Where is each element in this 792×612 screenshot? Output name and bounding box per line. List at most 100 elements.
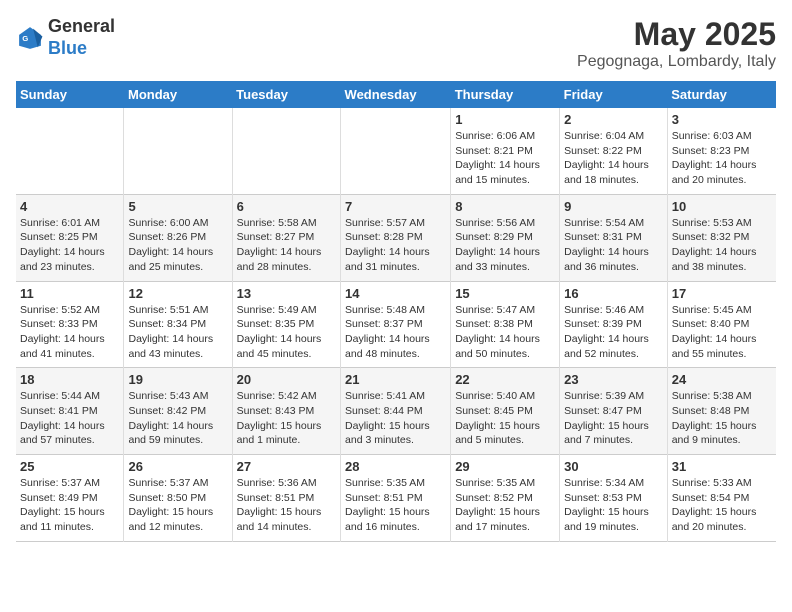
day-number: 29	[455, 459, 555, 474]
calendar-day-cell: 20 Sunrise: 5:42 AM Sunset: 8:43 PM Dayli…	[232, 368, 340, 455]
day-detail: Sunrise: 5:49 AM Sunset: 8:35 PM Dayligh…	[237, 303, 336, 362]
calendar-day-cell: 12 Sunrise: 5:51 AM Sunset: 8:34 PM Dayli…	[124, 281, 232, 368]
logo: G General Blue	[16, 16, 115, 59]
calendar-day-cell: 19Sunrise: 5:43 AM Sunset: 8:42 PM Dayli…	[124, 368, 232, 455]
calendar-day-cell: 13Sunrise: 5:49 AM Sunset: 8:35 PM Dayli…	[232, 281, 340, 368]
weekday-header-monday: Monday	[124, 81, 232, 108]
calendar-day-cell: 16 Sunrise: 5:46 AM Sunset: 8:39 PM Dayli…	[560, 281, 668, 368]
day-detail: Sunrise: 5:36 AM Sunset: 8:51 PM Dayligh…	[237, 476, 336, 535]
calendar-day-cell: 15 Sunrise: 5:47 AM Sunset: 8:38 PM Dayli…	[451, 281, 560, 368]
logo-blue-text: Blue	[48, 38, 87, 58]
calendar-day-cell: 6Sunrise: 5:58 AM Sunset: 8:27 PM Daylig…	[232, 194, 340, 281]
day-number: 10	[672, 199, 772, 214]
day-detail: Sunrise: 5:39 AM Sunset: 8:47 PM Dayligh…	[564, 389, 663, 448]
calendar-day-cell: 14 Sunrise: 5:48 AM Sunset: 8:37 PM Dayli…	[341, 281, 451, 368]
weekday-header-tuesday: Tuesday	[232, 81, 340, 108]
day-number: 9	[564, 199, 663, 214]
calendar-header: SundayMondayTuesdayWednesdayThursdayFrid…	[16, 81, 776, 108]
day-detail: Sunrise: 5:42 AM Sunset: 8:43 PM Dayligh…	[237, 389, 336, 448]
calendar-day-cell: 31 Sunrise: 5:33 AM Sunset: 8:54 PM Dayli…	[667, 455, 776, 542]
calendar-day-cell: 7Sunrise: 5:57 AM Sunset: 8:28 PM Daylig…	[341, 194, 451, 281]
weekday-header-row: SundayMondayTuesdayWednesdayThursdayFrid…	[16, 81, 776, 108]
calendar-day-cell: 9 Sunrise: 5:54 AM Sunset: 8:31 PM Daylig…	[560, 194, 668, 281]
day-number: 16	[564, 286, 663, 301]
day-number: 18	[20, 372, 119, 387]
calendar-day-cell: 10 Sunrise: 5:53 AM Sunset: 8:32 PM Dayli…	[667, 194, 776, 281]
day-number: 20	[237, 372, 336, 387]
day-number: 8	[455, 199, 555, 214]
calendar-day-cell: 23 Sunrise: 5:39 AM Sunset: 8:47 PM Dayli…	[560, 368, 668, 455]
day-number: 14	[345, 286, 446, 301]
weekday-header-thursday: Thursday	[451, 81, 560, 108]
calendar-day-cell: 8Sunrise: 5:56 AM Sunset: 8:29 PM Daylig…	[451, 194, 560, 281]
day-detail: Sunrise: 5:43 AM Sunset: 8:42 PM Dayligh…	[128, 389, 227, 448]
calendar-table: SundayMondayTuesdayWednesdayThursdayFrid…	[16, 81, 776, 542]
day-number: 30	[564, 459, 663, 474]
calendar-day-cell: 21Sunrise: 5:41 AM Sunset: 8:44 PM Dayli…	[341, 368, 451, 455]
day-number: 17	[672, 286, 772, 301]
day-detail: Sunrise: 6:04 AM Sunset: 8:22 PM Dayligh…	[564, 129, 663, 188]
day-detail: Sunrise: 6:01 AM Sunset: 8:25 PM Dayligh…	[20, 216, 119, 275]
calendar-day-cell: 27 Sunrise: 5:36 AM Sunset: 8:51 PM Dayli…	[232, 455, 340, 542]
calendar-day-cell: 25 Sunrise: 5:37 AM Sunset: 8:49 PM Dayli…	[16, 455, 124, 542]
calendar-day-cell: 11Sunrise: 5:52 AM Sunset: 8:33 PM Dayli…	[16, 281, 124, 368]
day-detail: Sunrise: 5:47 AM Sunset: 8:38 PM Dayligh…	[455, 303, 555, 362]
logo-general-text: General	[48, 16, 115, 36]
day-number: 12	[128, 286, 227, 301]
day-detail: Sunrise: 5:53 AM Sunset: 8:32 PM Dayligh…	[672, 216, 772, 275]
calendar-body: 1Sunrise: 6:06 AM Sunset: 8:21 PM Daylig…	[16, 108, 776, 541]
weekday-header-saturday: Saturday	[667, 81, 776, 108]
day-detail: Sunrise: 5:33 AM Sunset: 8:54 PM Dayligh…	[672, 476, 772, 535]
day-number: 24	[672, 372, 772, 387]
calendar-day-cell	[232, 108, 340, 194]
day-number: 31	[672, 459, 772, 474]
calendar-day-cell: 18Sunrise: 5:44 AM Sunset: 8:41 PM Dayli…	[16, 368, 124, 455]
day-number: 15	[455, 286, 555, 301]
calendar-day-cell	[341, 108, 451, 194]
day-detail: Sunrise: 5:38 AM Sunset: 8:48 PM Dayligh…	[672, 389, 772, 448]
calendar-day-cell	[16, 108, 124, 194]
day-detail: Sunrise: 5:45 AM Sunset: 8:40 PM Dayligh…	[672, 303, 772, 362]
day-number: 27	[237, 459, 336, 474]
weekday-header-sunday: Sunday	[16, 81, 124, 108]
calendar-day-cell: 22 Sunrise: 5:40 AM Sunset: 8:45 PM Dayli…	[451, 368, 560, 455]
day-detail: Sunrise: 5:48 AM Sunset: 8:37 PM Dayligh…	[345, 303, 446, 362]
day-number: 2	[564, 112, 663, 127]
day-detail: Sunrise: 5:46 AM Sunset: 8:39 PM Dayligh…	[564, 303, 663, 362]
title-block: May 2025 Pegognaga, Lombardy, Italy	[577, 16, 776, 71]
day-number: 26	[128, 459, 227, 474]
day-detail: Sunrise: 5:57 AM Sunset: 8:28 PM Dayligh…	[345, 216, 446, 275]
day-number: 21	[345, 372, 446, 387]
day-number: 3	[672, 112, 772, 127]
calendar-day-cell: 29 Sunrise: 5:35 AM Sunset: 8:52 PM Dayli…	[451, 455, 560, 542]
day-detail: Sunrise: 5:34 AM Sunset: 8:53 PM Dayligh…	[564, 476, 663, 535]
day-detail: Sunrise: 5:37 AM Sunset: 8:50 PM Dayligh…	[128, 476, 227, 535]
day-detail: Sunrise: 5:40 AM Sunset: 8:45 PM Dayligh…	[455, 389, 555, 448]
day-detail: Sunrise: 5:54 AM Sunset: 8:31 PM Dayligh…	[564, 216, 663, 275]
weekday-header-friday: Friday	[560, 81, 668, 108]
day-number: 5	[128, 199, 227, 214]
day-detail: Sunrise: 5:58 AM Sunset: 8:27 PM Dayligh…	[237, 216, 336, 275]
day-detail: Sunrise: 5:35 AM Sunset: 8:52 PM Dayligh…	[455, 476, 555, 535]
calendar-week-row: 1Sunrise: 6:06 AM Sunset: 8:21 PM Daylig…	[16, 108, 776, 194]
day-number: 22	[455, 372, 555, 387]
day-detail: Sunrise: 6:00 AM Sunset: 8:26 PM Dayligh…	[128, 216, 227, 275]
calendar-week-row: 11Sunrise: 5:52 AM Sunset: 8:33 PM Dayli…	[16, 281, 776, 368]
calendar-day-cell: 1Sunrise: 6:06 AM Sunset: 8:21 PM Daylig…	[451, 108, 560, 194]
calendar-day-cell: 4Sunrise: 6:01 AM Sunset: 8:25 PM Daylig…	[16, 194, 124, 281]
day-number: 11	[20, 286, 119, 301]
calendar-week-row: 4Sunrise: 6:01 AM Sunset: 8:25 PM Daylig…	[16, 194, 776, 281]
day-number: 23	[564, 372, 663, 387]
day-detail: Sunrise: 5:37 AM Sunset: 8:49 PM Dayligh…	[20, 476, 119, 535]
day-detail: Sunrise: 6:06 AM Sunset: 8:21 PM Dayligh…	[455, 129, 555, 188]
day-detail: Sunrise: 6:03 AM Sunset: 8:23 PM Dayligh…	[672, 129, 772, 188]
logo-icon: G	[16, 24, 44, 52]
day-number: 28	[345, 459, 446, 474]
svg-text:G: G	[22, 34, 28, 43]
day-detail: Sunrise: 5:51 AM Sunset: 8:34 PM Dayligh…	[128, 303, 227, 362]
calendar-week-row: 25 Sunrise: 5:37 AM Sunset: 8:49 PM Dayli…	[16, 455, 776, 542]
day-number: 25	[20, 459, 119, 474]
calendar-week-row: 18Sunrise: 5:44 AM Sunset: 8:41 PM Dayli…	[16, 368, 776, 455]
calendar-day-cell: 17 Sunrise: 5:45 AM Sunset: 8:40 PM Dayli…	[667, 281, 776, 368]
day-detail: Sunrise: 5:35 AM Sunset: 8:51 PM Dayligh…	[345, 476, 446, 535]
